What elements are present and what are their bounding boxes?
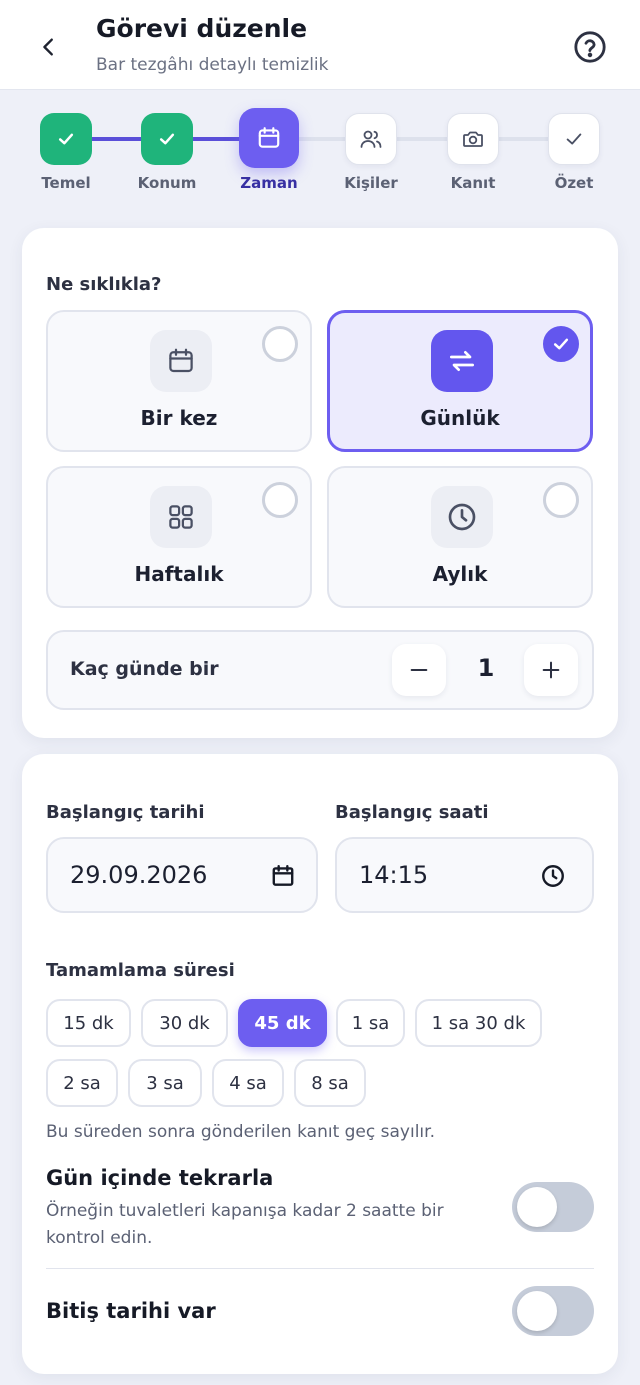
radio-unchecked xyxy=(262,326,298,362)
clock-icon xyxy=(448,503,476,531)
duration-label: Tamamlama süresi xyxy=(46,960,235,981)
step-ozet[interactable] xyxy=(548,113,600,165)
step-label-kanit: Kanıt xyxy=(450,174,496,192)
step-temel[interactable] xyxy=(40,113,92,165)
interval-stepper: Kaç günde bir 1 xyxy=(46,630,594,710)
repeat-in-day-description: Örneğin tuvaletleri kapanışa kadar 2 saa… xyxy=(46,1201,444,1248)
step-label-temel: Temel xyxy=(41,174,91,192)
duration-hint: Bu süreden sonra gönderilen kanıt geç sa… xyxy=(46,1122,435,1142)
duration-chip-8sa[interactable]: 8 sa xyxy=(294,1059,366,1107)
duration-chip-3sa[interactable]: 3 sa xyxy=(128,1059,202,1107)
step-kanit[interactable] xyxy=(447,113,499,165)
repeat-icon xyxy=(450,351,474,371)
check-icon xyxy=(159,133,175,145)
increment-button[interactable] xyxy=(524,644,578,696)
plus-icon xyxy=(542,661,560,679)
duration-chip-4sa[interactable]: 4 sa xyxy=(212,1059,284,1107)
frequency-option-haftalik[interactable]: Haftalık xyxy=(46,466,312,608)
step-zaman[interactable] xyxy=(239,108,299,168)
duration-chip-30dk[interactable]: 30 dk xyxy=(141,999,228,1047)
interval-label: Kaç günde bir xyxy=(70,658,219,680)
calendar-icon xyxy=(169,348,193,373)
frequency-option-label: Aylık xyxy=(432,562,488,586)
check-icon xyxy=(553,338,569,350)
duration-chip-2sa[interactable]: 2 sa xyxy=(46,1059,118,1107)
radio-unchecked xyxy=(543,482,579,518)
radio-unchecked xyxy=(262,482,298,518)
toggle-knob xyxy=(517,1291,557,1331)
calendar-icon xyxy=(258,127,280,148)
freq-icon-wrap xyxy=(431,486,493,548)
duration-chip-1sa30dk[interactable]: 1 sa 30 dk xyxy=(415,999,542,1047)
end-date-toggle[interactable] xyxy=(512,1286,594,1336)
frequency-option-label: Haftalık xyxy=(134,562,224,586)
help-button[interactable] xyxy=(570,27,610,67)
step-label-konum: Konum xyxy=(137,174,197,192)
start-time-input[interactable] xyxy=(359,861,539,889)
start-date-field[interactable] xyxy=(46,837,318,913)
back-button[interactable] xyxy=(30,28,68,66)
app-header: Görevi düzenle Bar tezgâhı detaylı temiz… xyxy=(0,0,640,90)
grid-icon xyxy=(169,505,193,529)
section-divider xyxy=(46,1268,594,1269)
page-subtitle: Bar tezgâhı detaylı temizlik xyxy=(96,55,329,75)
duration-chip-15dk[interactable]: 15 dk xyxy=(46,999,131,1047)
step-label-ozet: Özet xyxy=(554,174,594,192)
step-connector-pending xyxy=(298,137,574,141)
freq-icon-wrap xyxy=(150,330,212,392)
start-date-input[interactable] xyxy=(70,861,250,889)
repeat-in-day-title: Gün içinde tekrarla xyxy=(46,1166,274,1190)
start-time-label: Başlangıç saati xyxy=(335,802,489,823)
frequency-option-aylik[interactable]: Aylık xyxy=(327,466,593,608)
check-icon xyxy=(566,133,582,145)
help-icon xyxy=(574,31,606,63)
users-icon xyxy=(360,130,382,148)
camera-icon xyxy=(463,131,483,147)
start-time-field[interactable] xyxy=(335,837,594,913)
start-date-label: Başlangıç tarihi xyxy=(46,802,205,823)
duration-chip-1sa[interactable]: 1 sa xyxy=(336,999,405,1047)
frequency-option-gunluk[interactable]: Günlük xyxy=(327,310,593,452)
repeat-in-day-toggle[interactable] xyxy=(512,1182,594,1232)
toggle-knob xyxy=(517,1187,557,1227)
freq-icon-wrap xyxy=(150,486,212,548)
frequency-option-label: Bir kez xyxy=(140,406,218,430)
step-konum[interactable] xyxy=(141,113,193,165)
frequency-option-label: Günlük xyxy=(420,406,500,430)
step-label-kisiler: Kişiler xyxy=(344,174,398,192)
freq-icon-wrap xyxy=(431,330,493,392)
wizard-stepper: Temel Konum Zaman Kişiler Kanıt Özet xyxy=(0,100,640,210)
frequency-option-bir-kez[interactable]: Bir kez xyxy=(46,310,312,452)
end-date-title: Bitiş tarihi var xyxy=(46,1299,216,1323)
check-icon xyxy=(58,133,74,145)
minus-icon xyxy=(410,668,428,672)
duration-chip-45dk[interactable]: 45 dk xyxy=(238,999,327,1047)
interval-value: 1 xyxy=(477,654,495,682)
page-title: Görevi düzenle xyxy=(96,14,308,43)
schedule-card: Başlangıç tarihi Başlangıç saati Tamamla… xyxy=(22,754,618,1374)
clock-icon[interactable] xyxy=(540,863,566,889)
frequency-card: Ne sıklıkla? Bir kez Günlük Haftalık Ayl… xyxy=(22,228,618,738)
decrement-button[interactable] xyxy=(392,644,446,696)
frequency-label: Ne sıklıkla? xyxy=(46,274,162,295)
calendar-icon[interactable] xyxy=(270,863,296,889)
arrow-left-icon xyxy=(43,38,53,56)
step-label-zaman: Zaman xyxy=(240,174,298,192)
step-kisiler[interactable] xyxy=(345,113,397,165)
radio-checked xyxy=(543,326,579,362)
